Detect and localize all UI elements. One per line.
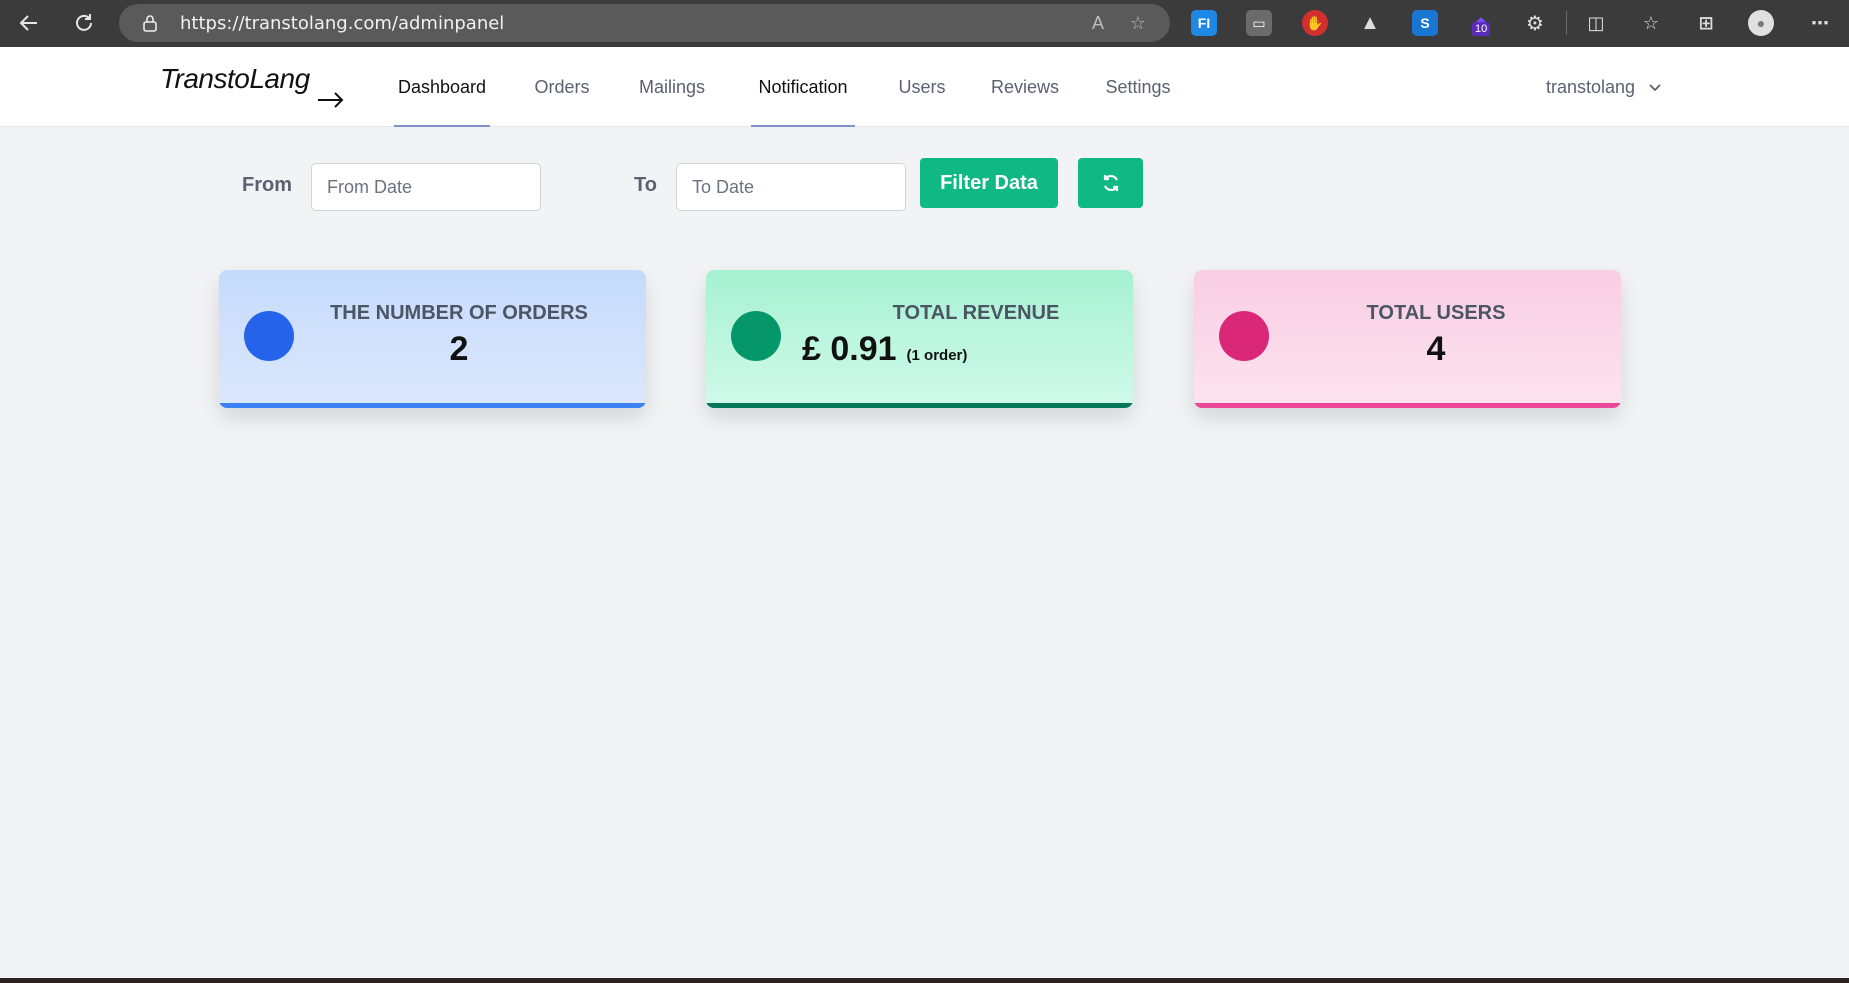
users-card: TOTAL USERS 4 [1194,270,1621,408]
to-date-input[interactable] [676,163,906,211]
orders-card: THE NUMBER OF ORDERS 2 [219,270,646,408]
favorite-star-icon[interactable]: ☆ [1127,12,1149,34]
revenue-value-group: £ 0.91 (1 order) [802,330,967,369]
from-label: From [242,174,292,196]
filter-data-button[interactable]: Filter Data [920,158,1058,208]
extensions-icon[interactable]: ⚙ [1522,10,1548,36]
lock-icon[interactable] [141,14,159,32]
logo-arrow-icon [318,92,344,108]
favorites-icon[interactable]: ☆ [1638,10,1664,36]
orders-indicator [244,311,294,361]
taskbar-strip [0,978,1849,983]
extension-fi-icon[interactable]: FI [1191,10,1217,36]
read-aloud-icon[interactable]: A [1087,12,1109,34]
extension-triangle-icon[interactable]: ▲ [1357,10,1383,36]
extension-adblock-icon[interactable]: ✋ [1302,10,1328,36]
orders-bar [219,403,646,408]
nav-reviews[interactable]: Reviews [989,47,1061,127]
split-screen-icon[interactable]: ◫ [1583,10,1609,36]
revenue-value: £ 0.91 [802,330,897,368]
extension-window-icon[interactable]: ▭ [1246,10,1272,36]
revenue-title: TOTAL REVENUE [892,302,1060,324]
back-icon[interactable] [9,3,49,43]
address-bar[interactable]: https://transtolang.com/adminpanel A ☆ [119,4,1170,42]
extension-s-icon[interactable]: S [1412,10,1438,36]
revenue-indicator [731,311,781,361]
extension-badge: 10 [1472,22,1491,36]
revenue-bar [706,403,1133,408]
nav-dashboard[interactable]: Dashboard [394,47,490,127]
refresh-icon [1103,174,1118,192]
revenue-card: TOTAL REVENUE £ 0.91 (1 order) [706,270,1133,408]
toolbar-separator [1566,11,1567,35]
profile-icon[interactable]: ● [1748,10,1774,36]
from-date-input[interactable] [311,163,541,211]
nav-mailings[interactable]: Mailings [634,47,710,127]
users-title: TOTAL USERS [1366,302,1506,324]
reload-icon[interactable] [64,3,104,43]
browser-toolbar: https://transtolang.com/adminpanel A ☆ F… [0,0,1849,47]
orders-title: THE NUMBER OF ORDERS [330,302,588,324]
users-bar [1194,403,1621,408]
nav-notification[interactable]: Notification [751,47,855,127]
collections-icon[interactable]: ⊞ [1693,10,1719,36]
revenue-note: (1 order) [906,347,968,364]
users-indicator [1219,311,1269,361]
chevron-down-icon[interactable] [1649,83,1661,92]
nav-users[interactable]: Users [895,47,949,127]
users-value: 4 [1426,330,1446,368]
logo[interactable]: TranstoLang [160,63,310,95]
url-text[interactable]: https://transtolang.com/adminpanel [180,13,504,34]
nav-orders[interactable]: Orders [530,47,594,127]
user-menu[interactable]: transtolang [1546,77,1661,98]
nav-settings[interactable]: Settings [1102,47,1174,127]
to-label: To [634,174,657,196]
reset-filter-button[interactable] [1078,158,1143,208]
user-name[interactable]: transtolang [1546,77,1635,98]
app-header: TranstoLang Dashboard Orders Mailings No… [0,47,1849,127]
orders-value: 2 [449,330,469,368]
more-icon[interactable]: ⋯ [1807,10,1833,36]
